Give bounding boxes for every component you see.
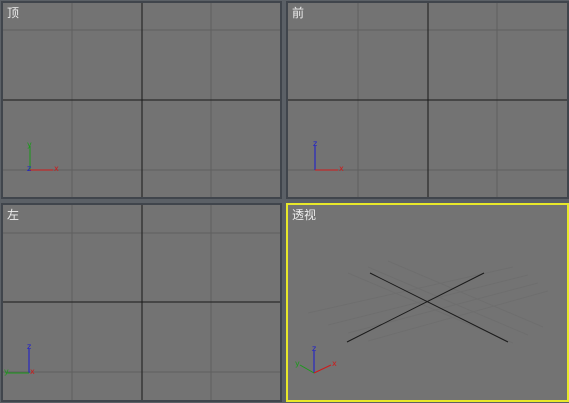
axis-label-z: z bbox=[27, 342, 31, 351]
axis-gizmo: z x bbox=[313, 139, 344, 173]
axis-label-x: x bbox=[54, 164, 59, 173]
viewport-perspective-canvas[interactable]: z x y bbox=[288, 205, 567, 400]
viewport-label-left[interactable]: 左 bbox=[7, 208, 19, 222]
viewport-label-front[interactable]: 前 bbox=[292, 6, 304, 20]
viewport-label-perspective[interactable]: 透视 bbox=[292, 208, 316, 222]
world-axes bbox=[3, 205, 280, 400]
axis-gizmo: z x y bbox=[295, 344, 337, 374]
axis-label-z: z bbox=[27, 164, 31, 173]
viewport-top-canvas[interactable]: y x z bbox=[3, 3, 280, 197]
viewport-label-top[interactable]: 顶 bbox=[7, 6, 19, 20]
axis-gizmo: y x z bbox=[27, 140, 59, 173]
axis-label-y: y bbox=[4, 367, 9, 376]
viewport-front-canvas[interactable]: z x bbox=[288, 3, 567, 197]
world-axes bbox=[3, 3, 280, 197]
axis-label-x: x bbox=[339, 164, 344, 173]
viewport-perspective[interactable]: z x y 透视 bbox=[286, 203, 569, 402]
axis-label-x: x bbox=[332, 359, 337, 368]
axis-label-y: y bbox=[27, 140, 32, 149]
viewport-left-canvas[interactable]: z x y bbox=[3, 205, 280, 400]
axis-gizmo: z x y bbox=[4, 342, 35, 376]
viewport-front[interactable]: z x 前 bbox=[286, 1, 569, 199]
axis-label-z: z bbox=[312, 344, 316, 353]
axis-label-x: x bbox=[30, 367, 35, 376]
world-axes bbox=[288, 3, 567, 197]
axis-label-z: z bbox=[313, 139, 317, 148]
viewport-top[interactable]: y x z 顶 bbox=[1, 1, 282, 199]
axis-label-y: y bbox=[295, 359, 300, 368]
viewport-left[interactable]: z x y 左 bbox=[1, 203, 282, 402]
